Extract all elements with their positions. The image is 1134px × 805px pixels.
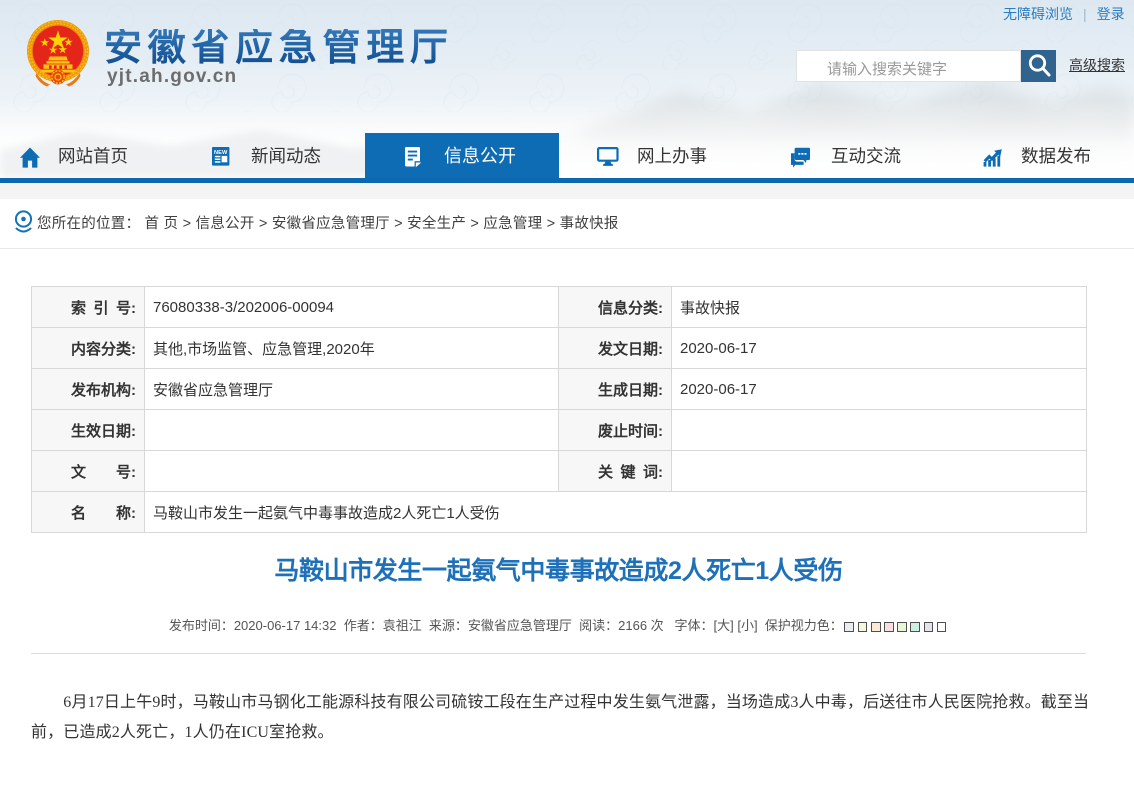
- svg-text:NEW: NEW: [214, 150, 228, 156]
